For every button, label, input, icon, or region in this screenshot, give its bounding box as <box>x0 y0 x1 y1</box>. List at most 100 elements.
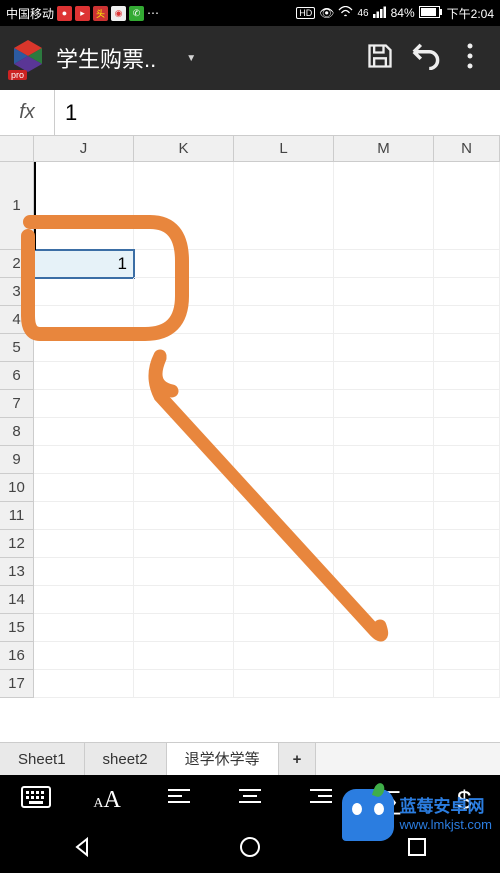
cell[interactable] <box>34 642 134 670</box>
cell[interactable] <box>34 390 134 418</box>
cell[interactable] <box>234 250 334 278</box>
row-header[interactable]: 14 <box>0 586 34 614</box>
cell[interactable] <box>434 670 500 698</box>
cell[interactable] <box>34 362 134 390</box>
row-header[interactable]: 17 <box>0 670 34 698</box>
cell[interactable] <box>134 362 234 390</box>
cell[interactable] <box>34 306 134 334</box>
cell[interactable] <box>234 474 334 502</box>
nav-home-button[interactable] <box>238 835 262 864</box>
cell[interactable] <box>434 558 500 586</box>
cell[interactable] <box>234 614 334 642</box>
cell[interactable] <box>34 334 134 362</box>
cell[interactable] <box>434 614 500 642</box>
row-header[interactable]: 1 <box>0 162 34 250</box>
cell[interactable] <box>134 530 234 558</box>
cell[interactable] <box>434 418 500 446</box>
keyboard-button[interactable] <box>6 786 66 814</box>
cell[interactable] <box>434 306 500 334</box>
cell[interactable] <box>434 502 500 530</box>
cell[interactable] <box>234 642 334 670</box>
col-header[interactable]: L <box>234 136 334 162</box>
row-header[interactable]: 11 <box>0 502 34 530</box>
cell[interactable] <box>234 278 334 306</box>
cell[interactable] <box>334 390 434 418</box>
cell[interactable] <box>234 446 334 474</box>
row-header[interactable]: 12 <box>0 530 34 558</box>
cell[interactable] <box>234 306 334 334</box>
cell[interactable] <box>234 334 334 362</box>
cell[interactable] <box>134 446 234 474</box>
cell[interactable] <box>434 162 500 250</box>
cell[interactable] <box>434 334 500 362</box>
sheet-tab[interactable]: sheet2 <box>85 743 167 775</box>
cell[interactable] <box>134 642 234 670</box>
cell[interactable] <box>334 418 434 446</box>
row-header[interactable]: 6 <box>0 362 34 390</box>
cell[interactable] <box>334 558 434 586</box>
cell[interactable] <box>34 530 134 558</box>
fx-button[interactable]: fx <box>0 90 55 135</box>
cell[interactable] <box>334 334 434 362</box>
cell[interactable] <box>434 586 500 614</box>
cell[interactable] <box>334 530 434 558</box>
cell[interactable] <box>334 614 434 642</box>
cell[interactable] <box>134 162 234 250</box>
cell[interactable] <box>234 586 334 614</box>
cell[interactable] <box>134 614 234 642</box>
cell[interactable] <box>34 418 134 446</box>
overflow-menu-button[interactable] <box>447 43 492 74</box>
cell[interactable] <box>134 418 234 446</box>
row-header[interactable]: 16 <box>0 642 34 670</box>
undo-button[interactable] <box>402 42 447 75</box>
cell[interactable] <box>134 334 234 362</box>
align-center-button[interactable] <box>220 787 280 813</box>
cell[interactable] <box>334 362 434 390</box>
row-header[interactable]: 4 <box>0 306 34 334</box>
cell[interactable] <box>34 446 134 474</box>
row-header[interactable]: 13 <box>0 558 34 586</box>
cell[interactable] <box>134 558 234 586</box>
align-left-button[interactable] <box>149 787 209 813</box>
cell[interactable] <box>34 474 134 502</box>
col-header[interactable]: N <box>434 136 500 162</box>
cell[interactable] <box>334 162 434 250</box>
cell[interactable] <box>334 642 434 670</box>
cell[interactable] <box>234 390 334 418</box>
row-header[interactable]: 15 <box>0 614 34 642</box>
col-header[interactable]: K <box>134 136 234 162</box>
cell[interactable] <box>334 586 434 614</box>
cell[interactable] <box>34 502 134 530</box>
save-button[interactable] <box>357 42 402 75</box>
row-header[interactable]: 10 <box>0 474 34 502</box>
cell[interactable] <box>34 278 134 306</box>
cell[interactable] <box>34 586 134 614</box>
cell[interactable] <box>34 558 134 586</box>
cell[interactable] <box>434 250 500 278</box>
cell[interactable] <box>234 502 334 530</box>
cell[interactable] <box>434 278 500 306</box>
cell[interactable] <box>334 306 434 334</box>
sheet-tab-active[interactable]: 退学休学等 <box>167 743 279 775</box>
selected-cell[interactable]: 1 <box>34 250 134 278</box>
row-header[interactable]: 8 <box>0 418 34 446</box>
cell[interactable] <box>334 250 434 278</box>
cell[interactable] <box>334 670 434 698</box>
cell[interactable] <box>234 558 334 586</box>
cell[interactable] <box>134 670 234 698</box>
cell[interactable] <box>34 670 134 698</box>
spreadsheet-grid[interactable]: J K L M N 1 2 1 3 4 5 6 7 8 9 10 11 12 1… <box>0 136 500 742</box>
cell[interactable] <box>234 362 334 390</box>
cell[interactable] <box>134 306 234 334</box>
cell[interactable] <box>434 642 500 670</box>
sheet-tab[interactable]: Sheet1 <box>0 743 85 775</box>
cell[interactable] <box>134 474 234 502</box>
row-header[interactable]: 7 <box>0 390 34 418</box>
cell[interactable] <box>134 390 234 418</box>
cell[interactable] <box>334 474 434 502</box>
cell[interactable] <box>434 362 500 390</box>
cell[interactable] <box>434 530 500 558</box>
cell[interactable] <box>234 418 334 446</box>
cell[interactable] <box>134 586 234 614</box>
cell[interactable] <box>134 502 234 530</box>
